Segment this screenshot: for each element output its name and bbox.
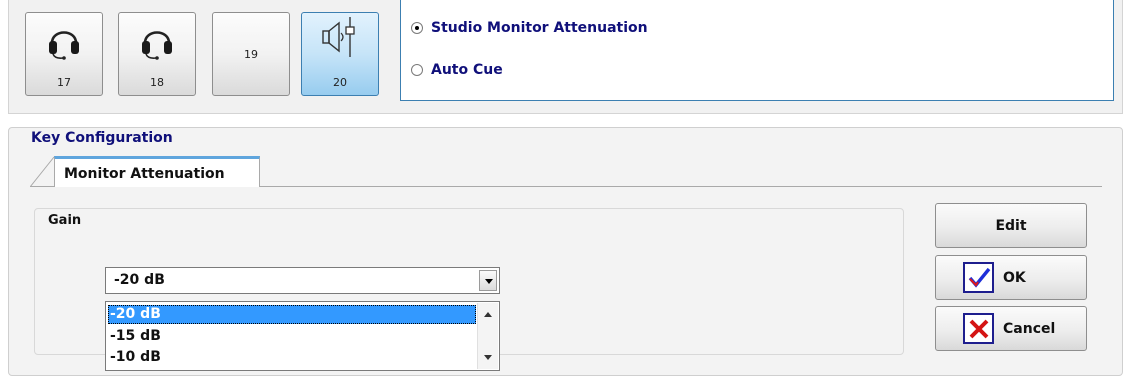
key-number: 17 bbox=[57, 76, 71, 89]
radio-studio-monitor-attenuation[interactable]: Studio Monitor Attenuation bbox=[411, 20, 648, 36]
checkmark-icon bbox=[963, 262, 994, 293]
radio-auto-cue[interactable]: Auto Cue bbox=[411, 62, 503, 78]
tab-monitor-attenuation[interactable]: Monitor Attenuation bbox=[54, 156, 260, 187]
key-button-20[interactable]: 20 bbox=[301, 12, 379, 96]
mode-options-box bbox=[400, 0, 1114, 101]
key-button-17[interactable]: 17 bbox=[25, 12, 103, 96]
scroll-up-arrow-icon[interactable] bbox=[484, 312, 492, 317]
ok-button[interactable]: OK bbox=[935, 255, 1087, 300]
radio-label: Auto Cue bbox=[431, 62, 503, 78]
edit-button-label: Edit bbox=[995, 217, 1027, 234]
headset-icon bbox=[142, 31, 172, 60]
key-number: 19 bbox=[244, 48, 258, 61]
radio-button-checked[interactable] bbox=[411, 22, 423, 34]
gain-select[interactable]: -20 dB bbox=[105, 267, 500, 294]
cancel-button-label: Cancel bbox=[1003, 320, 1056, 337]
gain-label: Gain bbox=[48, 213, 82, 228]
key-button-19[interactable]: 19 bbox=[212, 12, 290, 96]
key-configuration-title: Key Configuration bbox=[31, 130, 173, 146]
cancel-button[interactable]: Cancel bbox=[935, 306, 1087, 351]
dropdown-option[interactable]: -10 dB bbox=[108, 348, 476, 367]
key-number: 18 bbox=[150, 76, 164, 89]
gain-select-value: -20 dB bbox=[114, 272, 165, 288]
gain-dropdown-list: -20 dB -15 dB -10 dB bbox=[105, 301, 500, 371]
speaker-fader-icon bbox=[322, 17, 355, 57]
edit-button[interactable]: Edit bbox=[935, 203, 1087, 248]
headset-icon bbox=[49, 31, 79, 60]
dropdown-option[interactable]: -15 dB bbox=[108, 327, 476, 346]
key-button-18[interactable]: 18 bbox=[118, 12, 196, 96]
radio-button[interactable] bbox=[411, 64, 423, 76]
ok-button-label: OK bbox=[1003, 269, 1026, 286]
dropdown-scrollbar[interactable] bbox=[477, 303, 498, 369]
key-number: 20 bbox=[333, 76, 347, 89]
tab-edge bbox=[30, 156, 55, 187]
close-icon bbox=[963, 313, 994, 344]
radio-label: Studio Monitor Attenuation bbox=[431, 20, 648, 36]
dropdown-option-selected[interactable]: -20 dB bbox=[108, 305, 476, 324]
chevron-down-icon[interactable] bbox=[479, 270, 497, 291]
scroll-down-arrow-icon[interactable] bbox=[484, 355, 492, 360]
